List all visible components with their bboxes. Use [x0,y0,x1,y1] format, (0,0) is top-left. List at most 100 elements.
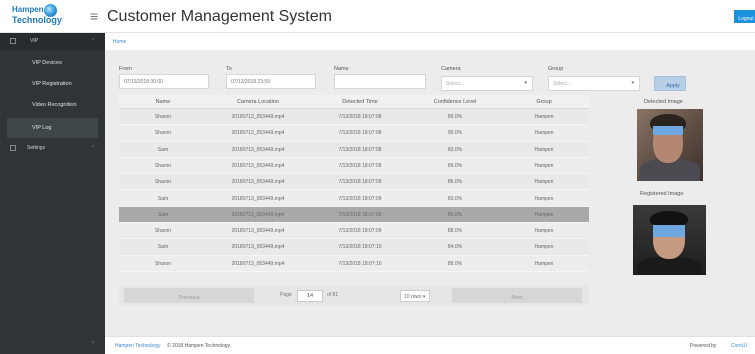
sidebar-item-label: VIP Registration [32,81,72,87]
chevron-down-icon: ▾ [631,80,634,86]
detected-image-title: Detected Image [644,99,683,105]
caret-down-icon: ▾ [422,294,426,300]
group-select[interactable]: Select... ▾ [548,76,640,91]
cell-detected-time: 7/13/2018 18:07:09 [338,195,382,202]
cell-group: Hampen [534,211,554,218]
cell-detected-time: 7/13/2018 18:07:09 [338,162,382,169]
table-row[interactable]: Sharon 20180713_053449.mp4 7/13/2018 18:07… [119,109,589,126]
cell-confidence-level: 88.0% [447,228,463,235]
sidebar-collapse-icon[interactable]: ‹ [92,340,94,346]
app-title: Customer Management System [107,8,332,25]
table-header: Name Camera Location Detected Time Confi… [119,95,589,109]
sidebar-section-settings[interactable]: Settings ‹ [0,140,105,156]
sidebar-item-label: VIP Log [32,125,52,131]
cell-detected-time: 7/13/2018 18:07:09 [338,228,382,235]
camera-select-placeholder: Select... [446,81,465,87]
sidebar-item-vip-log[interactable]: VIP Log [7,118,98,138]
table-row[interactable]: Sharon 20180713_053449.mp4 7/13/2018 18:07… [119,174,589,191]
footer-company-link[interactable]: Hampen Technology [115,343,161,349]
to-label: To [226,66,232,72]
app-footer: Hampen Technology © 2018 Hampen Technolo… [105,336,755,354]
main-content: Home From 07/13/2018 00:00 To 07/13/2018… [105,33,755,354]
sidebar-item-vip-devices[interactable]: VIP Devices [0,53,105,73]
sidebar-item-video-recognition[interactable]: Video Recognition [0,95,105,115]
table-row[interactable]: Sam 20180713_053449.mp4 7/13/2018 18:07:09… [119,206,589,224]
column-header-group[interactable]: Group [499,99,589,105]
cell-group: Hampen [534,260,554,267]
cell-name: Sharon [154,260,172,267]
sidebar-section-label: Settings [27,145,46,151]
pagination-bar: Previous Page 14 of 81 10 rows ▾ Next [119,285,589,305]
cell-name: Sharon [154,130,172,137]
cell-group: Hampen [534,244,554,251]
column-header-name[interactable]: Name [119,99,207,105]
cell-camera-location: 20180713_053449.mp4 [231,179,285,186]
cell-confidence-level: 90.0% [447,130,463,137]
cell-group: Hampen [534,130,554,137]
cell-detected-time: 7/13/2018 18:07:08 [338,130,382,137]
cell-detected-time: 7/13/2018 18:07:10 [338,260,382,267]
previous-page-button[interactable]: Previous [124,288,254,303]
settings-icon [10,145,16,151]
cell-name: Sam [157,146,169,153]
cell-confidence-level: 89.0% [447,162,463,169]
vip-icon [10,38,16,44]
next-page-button[interactable]: Next [452,288,582,303]
from-date-input[interactable]: 07/13/2018 00:00 [119,74,209,89]
cell-name: Sharon [154,179,172,186]
page-count: of 81 [327,292,339,298]
cell-name: Sam [157,195,169,202]
rows-per-page-select[interactable]: 10 rows ▾ [400,290,430,302]
cell-confidence-level: 83.0% [447,195,463,202]
hamburger-icon[interactable]: ≡ [90,9,98,23]
company-logo[interactable]: Hampen Technology [8,4,68,28]
cell-camera-location: 20180713_053449.mp4 [231,260,285,267]
cell-group: Hampen [534,114,554,120]
cell-name: Sharon [154,228,172,235]
footer-copyright: © 2018 Hampen Technology. [167,343,232,349]
sidebar-section-vip[interactable]: VIP ‹ [0,33,105,50]
cell-camera-location: 20180713_053449.mp4 [231,162,285,169]
sidebar-item-label: VIP Devices [32,60,62,66]
cell-camera-location: 20180713_053449.mp4 [231,211,285,218]
table-row[interactable]: Sam 20180713_053449.mp4 7/13/2018 18:07:09… [119,190,589,207]
column-header-detected-time[interactable]: Detected Time [309,99,411,105]
sidebar-item-vip-registration[interactable]: VIP Registration [0,74,105,94]
cell-camera-location: 20180713_053449.mp4 [231,146,285,153]
to-date-input[interactable]: 07/13/2018 23:59 [226,74,316,89]
logo-text-line1: Hampen [12,5,44,14]
name-label: Name [334,66,349,72]
logout-button[interactable]: Logout [734,10,755,23]
registered-image [633,205,706,275]
table-row[interactable]: Sharon 20180713_053449.mp4 7/13/2018 18:07… [119,223,589,240]
from-label: From [119,66,132,72]
page-number-input[interactable]: 14 [297,290,323,302]
column-header-camera-location[interactable]: Camera Location [207,99,309,105]
name-input[interactable] [334,74,426,89]
group-label: Group [548,66,564,72]
breadcrumb-bar: Home [105,33,755,50]
cell-confidence-level: 89.0% [447,114,463,120]
cell-confidence-level: 89.0% [447,260,463,267]
breadcrumb-home[interactable]: Home [113,39,126,45]
chevron-left-icon: ‹ [92,144,94,150]
table-row[interactable]: Sharon 20180713_053449.mp4 7/13/2018 18:07… [119,255,589,272]
cell-camera-location: 20180713_053449.mp4 [231,130,285,137]
cell-group: Hampen [534,228,554,235]
camera-select[interactable]: Select... ▾ [441,76,533,91]
cell-confidence-level: 86.0% [447,179,463,186]
cell-confidence-level: 83.0% [447,146,463,153]
table-row[interactable]: Sam 20180713_053449.mp4 7/13/2018 18:07:08… [119,141,589,158]
cell-camera-location: 20180713_053449.mp4 [231,195,285,202]
cell-name: Sharon [154,162,172,169]
sidebar-section-label: VIP [30,38,39,44]
cell-camera-location: 20180713_053449.mp4 [231,228,285,235]
cell-name: Sam [157,244,169,251]
footer-brand-link[interactable]: CoreUI [731,343,747,349]
column-header-confidence-level[interactable]: Confidence Level [411,99,499,105]
table-row[interactable]: Sharon 20180713_053449.mp4 7/13/2018 18:07… [119,125,589,142]
table-row[interactable]: Sharon 20180713_053449.mp4 7/13/2018 18:07… [119,157,589,175]
apply-button[interactable]: Apply [654,76,686,91]
table-row[interactable]: Sam 20180713_053449.mp4 7/13/2018 18:07:10… [119,239,589,256]
cell-detected-time: 7/13/2018 18:07:08 [338,114,382,120]
